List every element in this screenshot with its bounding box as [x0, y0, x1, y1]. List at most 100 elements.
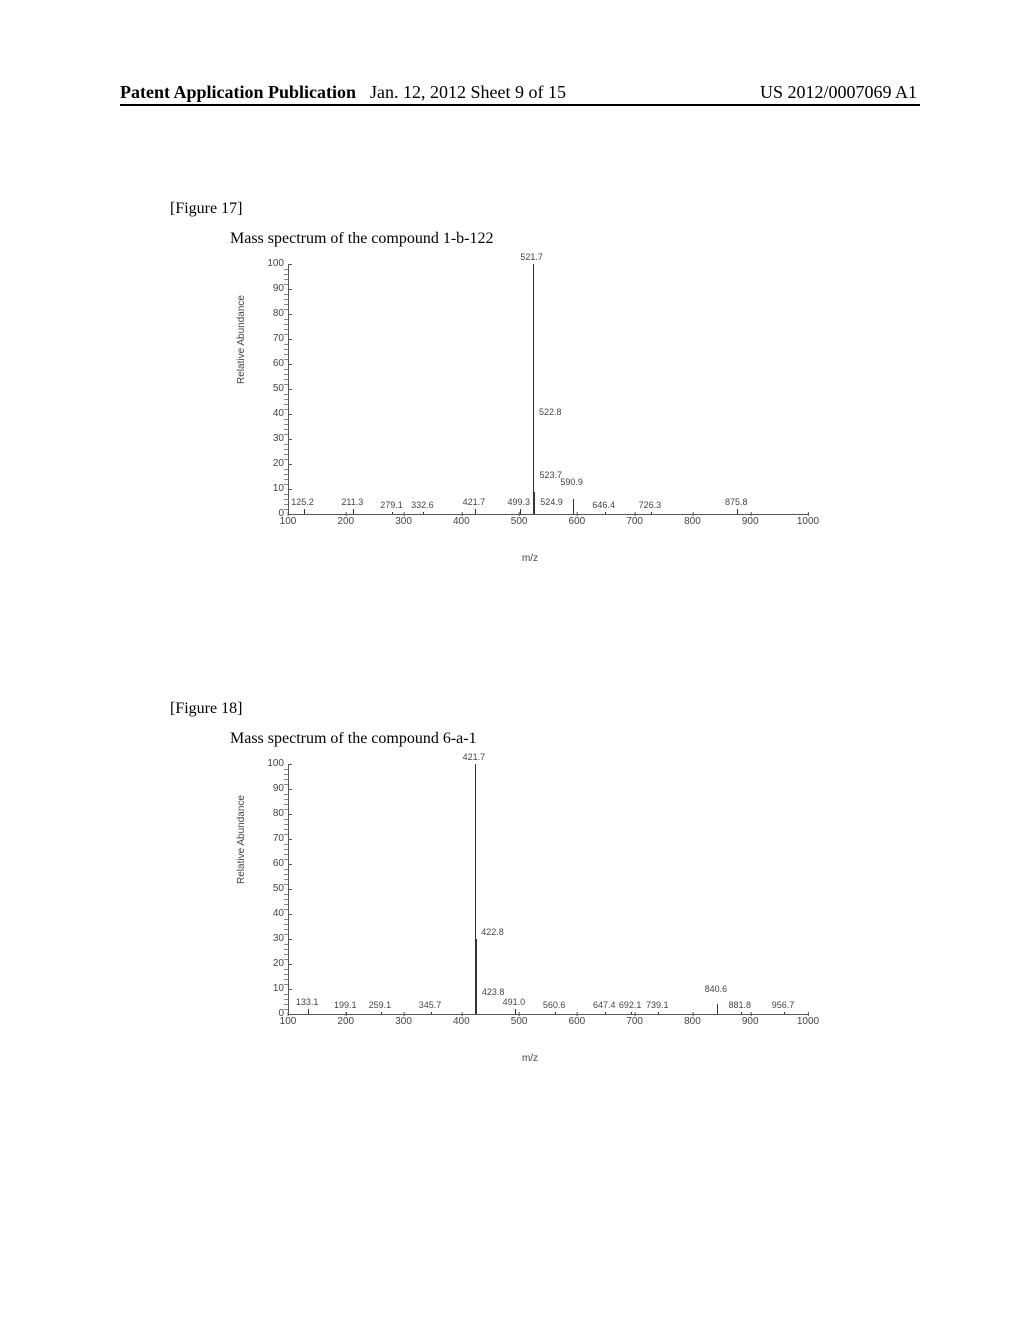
- x-tick: 600: [569, 1016, 586, 1027]
- spectrum-peak: [651, 512, 652, 515]
- y-tick: 60: [254, 858, 284, 869]
- spectrum-peak: [555, 1012, 556, 1015]
- x-tick: 400: [453, 1016, 470, 1027]
- y-tick: 50: [254, 883, 284, 894]
- peak-label: 956.7: [772, 1000, 795, 1010]
- peak-label: 840.6: [705, 984, 728, 994]
- x-tick: 100: [280, 516, 297, 527]
- x-tick: 300: [395, 516, 412, 527]
- y-tick: 90: [254, 283, 284, 294]
- y-tick: 10: [254, 983, 284, 994]
- peak-label: 560.6: [543, 1000, 566, 1010]
- spectrum-peak: [475, 509, 476, 514]
- peak-label: 199.1: [334, 1000, 357, 1010]
- spectrum-peak: [717, 1004, 718, 1014]
- spectrum-peak: [534, 509, 535, 514]
- y-tick: 80: [254, 308, 284, 319]
- y-tick: 90: [254, 783, 284, 794]
- peak-label: 332.6: [411, 500, 434, 510]
- peak-label: 523.7: [540, 470, 563, 480]
- y-tick: 70: [254, 333, 284, 344]
- y-tick: 40: [254, 408, 284, 419]
- spectrum-peak: [476, 999, 477, 1014]
- plot-area: [288, 764, 809, 1015]
- x-tick: 800: [684, 516, 701, 527]
- y-axis-label: Relative Abundance: [236, 295, 247, 384]
- y-tick: 40: [254, 908, 284, 919]
- x-axis-label: m/z: [230, 1053, 830, 1064]
- peak-label: 739.1: [646, 1000, 669, 1010]
- peak-label: 590.9: [560, 477, 583, 487]
- y-tick: 50: [254, 383, 284, 394]
- spectrum-peak: [573, 499, 574, 514]
- figure-18: [Figure 18] Mass spectrum of the compoun…: [170, 700, 910, 1064]
- x-tick: 100: [280, 1016, 297, 1027]
- x-tick: 400: [453, 516, 470, 527]
- y-tick: 10: [254, 483, 284, 494]
- x-tick: 1000: [797, 516, 819, 527]
- x-tick: 300: [395, 1016, 412, 1027]
- peak-label: 522.8: [539, 407, 562, 417]
- patent-page: Patent Application Publication Jan. 12, …: [0, 0, 1024, 1320]
- x-tick: 1000: [797, 1016, 819, 1027]
- figure-title: Mass spectrum of the compound 1-b-122: [230, 230, 910, 248]
- y-tick: 70: [254, 833, 284, 844]
- peak-label: 692.1: [619, 1000, 642, 1010]
- y-tick: 80: [254, 808, 284, 819]
- spectrum-peak: [605, 512, 606, 515]
- x-tick: 500: [511, 516, 528, 527]
- spectrum-peak: [631, 1012, 632, 1015]
- peak-label: 491.0: [503, 997, 526, 1007]
- spectrum-peak: [741, 1012, 742, 1015]
- peak-label: 875.8: [725, 497, 748, 507]
- peak-label: 423.8: [482, 987, 505, 997]
- spectrum-peak: [431, 1012, 432, 1015]
- peak-label: 211.3: [341, 497, 363, 507]
- figure-title: Mass spectrum of the compound 6-a-1: [230, 730, 910, 748]
- mass-spectrum-chart: Relative Abundance m/z 01020304050607080…: [230, 254, 830, 564]
- spectrum-peak: [381, 1012, 382, 1015]
- figure-label: [Figure 17]: [170, 200, 910, 218]
- spectrum-peak: [658, 1012, 659, 1015]
- peak-label: 499.3: [507, 497, 530, 507]
- y-tick: 60: [254, 358, 284, 369]
- figure-17: [Figure 17] Mass spectrum of the compoun…: [170, 200, 910, 564]
- x-axis-label: m/z: [230, 553, 830, 564]
- y-axis-label: Relative Abundance: [236, 795, 247, 884]
- peak-label: 125.2: [291, 497, 314, 507]
- spectrum-peak: [353, 509, 354, 514]
- peak-label: 421.7: [463, 497, 486, 507]
- peak-label: 422.8: [481, 927, 504, 937]
- spectrum-peak: [304, 509, 305, 514]
- spectrum-peak: [784, 1012, 785, 1015]
- x-tick: 800: [684, 1016, 701, 1027]
- peak-label: 133.1: [296, 997, 319, 1007]
- peak-label: 279.1: [380, 500, 403, 510]
- y-tick: 100: [254, 758, 284, 769]
- peak-label: 647.4: [593, 1000, 616, 1010]
- header-center: Jan. 12, 2012 Sheet 9 of 15: [370, 82, 566, 103]
- peak-label: 646.4: [592, 500, 615, 510]
- spectrum-peak: [737, 509, 738, 514]
- x-tick: 900: [742, 516, 759, 527]
- mass-spectrum-chart: Relative Abundance m/z 01020304050607080…: [230, 754, 830, 1064]
- x-tick: 200: [337, 516, 354, 527]
- figure-label: [Figure 18]: [170, 700, 910, 718]
- header-left: Patent Application Publication: [120, 82, 356, 103]
- y-tick: 30: [254, 933, 284, 944]
- y-tick: 20: [254, 458, 284, 469]
- peak-label: 881.8: [728, 1000, 751, 1010]
- y-tick: 30: [254, 433, 284, 444]
- spectrum-peak: [605, 1012, 606, 1015]
- x-tick: 700: [626, 1016, 643, 1027]
- x-tick: 900: [742, 1016, 759, 1027]
- x-tick: 200: [337, 1016, 354, 1027]
- header-right: US 2012/0007069 A1: [760, 82, 917, 103]
- y-tick: 100: [254, 258, 284, 269]
- spectrum-peak: [423, 512, 424, 515]
- peak-label: 259.1: [369, 1000, 392, 1010]
- y-tick: 20: [254, 958, 284, 969]
- peak-label: 726.3: [639, 500, 662, 510]
- x-tick: 600: [569, 516, 586, 527]
- header-rule: [120, 104, 920, 106]
